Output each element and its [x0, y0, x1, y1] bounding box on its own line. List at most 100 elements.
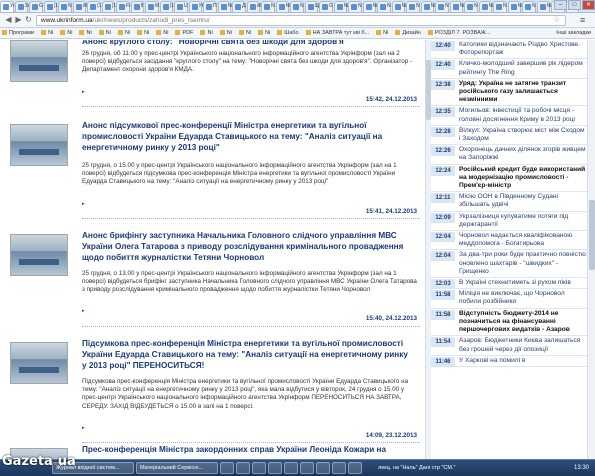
browser-tab[interactable]: Да [232, 1, 246, 12]
browser-tab[interactable]: Ni [464, 1, 478, 12]
news-item[interactable]: 12:38 Уряд: Україна не затягне транзит ро… [431, 79, 587, 107]
news-headline[interactable]: Могильов: інвестиції та робочі місця - г… [459, 106, 587, 124]
news-headline[interactable]: У Харкові на помилі в [459, 356, 587, 366]
news-headline[interactable]: Кличко-молодший завершив рік лідером рей… [459, 59, 587, 77]
browser-tab[interactable]: G [29, 1, 43, 12]
more-arrow-icon[interactable]: ▸ [82, 201, 85, 207]
news-headline[interactable]: Міліція не виключає, що Чорновол побили … [459, 289, 587, 307]
more-arrow-icon[interactable]: ▸ [82, 425, 85, 431]
menu-icon[interactable]: ≡ [580, 15, 585, 25]
news-item[interactable]: 12:28 Вілкул: Україна створює міст між Сх… [431, 126, 587, 146]
browser-tab[interactable]: Ni [449, 1, 464, 12]
news-headline[interactable]: Католики відзначають Різдво Христове. Фо… [459, 40, 587, 58]
browser-tab[interactable]: Ni [348, 1, 362, 12]
browser-tab[interactable]: (1) [43, 1, 58, 12]
bookmark-item[interactable]: Ni [117, 28, 130, 38]
conference-room-photo[interactable] [10, 124, 68, 166]
browser-tab[interactable]: G [319, 1, 333, 12]
news-headline[interactable]: Укрзалізниця купуватиме потяги під держг… [459, 212, 587, 230]
bookmark-item[interactable]: Ni [238, 28, 251, 38]
bookmark-item[interactable]: Ni [219, 28, 232, 38]
browser-tab[interactable]: Ni [391, 1, 406, 12]
browser-tab[interactable]: Ni [406, 1, 420, 12]
news-headline[interactable]: Охоронець дачних ділянок згорів живцем н… [459, 145, 587, 163]
browser-tab[interactable]: (1) [159, 1, 174, 12]
bookmark-item[interactable]: Ni [376, 28, 388, 38]
more-arrow-icon[interactable]: ▸ [82, 308, 85, 314]
news-item[interactable]: 12:40 Кличко-молодший завершив рік лідеро… [431, 59, 587, 79]
bookmark-item[interactable]: НА ЗАВТРА тут кві б... [305, 28, 369, 38]
browser-tab[interactable]: Ni [493, 1, 507, 12]
news-item[interactable]: 12:24 Російський кредит буде використаний… [431, 165, 587, 193]
news-item[interactable]: 11:58 Міліція не виключає, що Чорновол по… [431, 289, 587, 309]
taskbar-button[interactable] [300, 462, 314, 474]
close-icon[interactable]: ✕ [582, 0, 595, 10]
bookmark-item[interactable]: Ni [137, 28, 149, 38]
bookmark-item[interactable]: Програми [2, 28, 34, 38]
conference-room-photo[interactable] [10, 234, 68, 276]
browser-tab[interactable]: Пр [203, 1, 217, 12]
url-input[interactable]: www.ukrinform.ua/ukr/news/products/zahod… [36, 15, 566, 26]
browser-tab[interactable]: Ni [420, 1, 435, 12]
browser-tab[interactable]: УК [188, 1, 203, 12]
announcement-title[interactable]: Анонс брифінгу заступника Начальника Гол… [82, 230, 412, 263]
maximize-icon[interactable]: □ [568, 0, 581, 10]
news-headline[interactable]: Відступність бюджету-2014 не позначиться… [459, 309, 587, 336]
browser-tab[interactable]: Ni [536, 1, 551, 12]
browser-tab[interactable]: (1) [101, 1, 116, 12]
news-item[interactable]: 12:09 Укрзалізниця купуватиме потяги під … [431, 212, 587, 232]
browser-tab[interactable]: Ук [0, 1, 14, 12]
browser-tab[interactable]: Ni [290, 1, 304, 12]
minimize-icon[interactable]: – [554, 0, 567, 10]
browser-tab[interactable]: Ni [58, 1, 72, 12]
news-headline[interactable]: В Україні стехнитиметь зі рухом піків [459, 278, 587, 288]
taskbar-button[interactable] [284, 462, 298, 474]
announcement-title[interactable]: Підсумкова прес-конференція Міністра ене… [82, 338, 412, 371]
taskbar-button[interactable] [236, 462, 250, 474]
news-item[interactable]: 11:58 Відступність бюджету-2014 не познач… [431, 309, 587, 337]
page-scrollbar[interactable] [587, 40, 595, 459]
browser-tab[interactable]: Ni [522, 1, 536, 12]
bookmark-item[interactable]: Ni [200, 28, 213, 38]
browser-tab[interactable]: Uk [174, 1, 188, 12]
taskbar-button[interactable] [332, 462, 346, 474]
news-headline[interactable]: За два-три роки буде практично повністю … [459, 250, 587, 277]
bookmark-item[interactable]: PDF [175, 28, 193, 38]
taskbar-button[interactable]: Матеріальний Сервісні... [136, 462, 218, 474]
browser-tab[interactable]: Ni [435, 1, 449, 12]
browser-tab[interactable]: Ni [362, 1, 377, 12]
more-arrow-icon[interactable]: ▸ [82, 89, 85, 95]
browser-tab[interactable]: W [246, 1, 261, 12]
news-headline[interactable]: Уряд: Україна не затягне транзит російсь… [459, 79, 587, 106]
browser-tab[interactable]: Ni [478, 1, 493, 12]
announcement-title[interactable]: Анонс підсумкової прес-конференції Мініс… [82, 120, 412, 153]
conference-room-photo[interactable] [10, 40, 68, 82]
reload-icon[interactable]: ↻ [23, 15, 34, 26]
news-headline[interactable]: Азаров: Бюджетники Києва залишаться без … [459, 336, 587, 354]
announcement-title[interactable]: Прес-конференція Міністра закордонних сп… [82, 444, 412, 455]
news-item[interactable]: 12:11 Місію ООН в Південному Судані збіль… [431, 192, 587, 212]
browser-tab[interactable]: Щ [304, 1, 319, 12]
browser-tab[interactable]: (1) [87, 1, 101, 12]
browser-tab[interactable]: Fi [116, 1, 130, 12]
taskbar-button[interactable] [220, 462, 234, 474]
page-scroll-thumb[interactable] [589, 200, 595, 270]
news-item[interactable]: 12:03 В Україні стехнитиметь зі рухом пік… [431, 278, 587, 290]
news-item[interactable]: 12:35 Могильов: інвестиції та робочі місц… [431, 106, 587, 126]
browser-tab[interactable]: М [145, 1, 159, 12]
browser-tab[interactable]: Ni [217, 1, 232, 12]
news-item[interactable]: 12:26 Охоронець дачних ділянок згорів жив… [431, 145, 587, 165]
bookmark-item[interactable]: Ni [79, 28, 92, 38]
taskbar-button[interactable] [316, 462, 330, 474]
news-item[interactable]: 12:04 За два-три роки буде практично повн… [431, 250, 587, 279]
news-headline[interactable]: Російський кредит буде використаний на м… [459, 165, 587, 192]
taskbar-button[interactable]: Журнал вхідної систем... [52, 462, 134, 474]
bookmark-item[interactable]: Ni [60, 28, 72, 38]
news-headline[interactable]: Місію ООН в Південному Судані збільшать … [459, 192, 587, 210]
browser-tab[interactable]: Ni [275, 1, 290, 12]
browser-tab[interactable]: За [14, 1, 29, 12]
taskbar-button[interactable] [268, 462, 282, 474]
taskbar-button[interactable] [252, 462, 266, 474]
news-item[interactable]: 12:04 Чорновол надається кваліфікованою м… [431, 231, 587, 251]
bookmark-item[interactable]: Ni [98, 28, 111, 38]
